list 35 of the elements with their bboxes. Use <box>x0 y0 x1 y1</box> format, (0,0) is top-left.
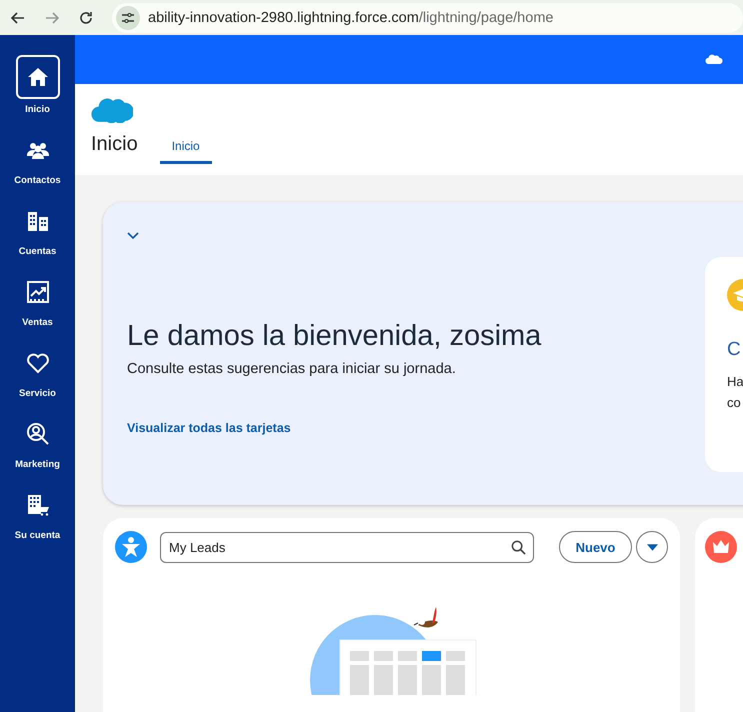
home-icon <box>26 65 50 89</box>
buildings-icon <box>26 209 50 233</box>
url-host: ability-innovation-2980.lightning.force.com <box>148 10 419 26</box>
reload-icon[interactable] <box>78 10 94 26</box>
sidebar-item[interactable]: Su cuenta <box>0 485 75 541</box>
sidebar-item[interactable]: Inicio <box>0 55 75 115</box>
sidebar-item[interactable]: Cuentas <box>0 201 75 257</box>
sidebar-item[interactable]: Ventas <box>0 272 75 328</box>
chart-icon <box>26 280 50 304</box>
back-icon[interactable] <box>10 10 26 26</box>
chevron-down-icon[interactable] <box>127 232 139 240</box>
caret-icon <box>646 544 658 550</box>
app-title: Inicio <box>91 133 138 157</box>
view-all-cards-link[interactable]: Visualizar todas las tarjetas <box>127 421 291 435</box>
url-path: /lightning/page/home <box>418 10 554 26</box>
person-search-icon <box>26 422 50 446</box>
heart-icon <box>26 351 50 375</box>
store-cart-icon <box>26 493 50 517</box>
crown-icon <box>705 531 737 563</box>
tab[interactable]: Inicio <box>160 139 212 164</box>
site-settings-icon[interactable] <box>116 6 140 30</box>
sidebar-item[interactable]: Marketing <box>0 414 75 470</box>
welcome-heading: Le damos la bienvenida, zosima <box>127 320 542 353</box>
new-button[interactable]: Nuevo <box>559 531 632 563</box>
search-icon[interactable] <box>511 540 526 554</box>
sidebar-item[interactable]: Servicio <box>0 343 75 399</box>
suggestion-title: C <box>727 339 741 361</box>
suggestion-text: co <box>727 394 741 412</box>
address-bar[interactable]: ability-innovation-2980.lightning.force.com/lightning/page/home <box>112 2 743 32</box>
cloud-icon[interactable] <box>705 54 723 65</box>
list-search-field[interactable]: My Leads <box>160 532 534 562</box>
sidebar-item[interactable]: Contactos <box>0 130 75 186</box>
welcome-subtitle: Consulte estas sugerencias para iniciar su jornada. <box>127 361 457 377</box>
forward-icon[interactable] <box>44 10 60 26</box>
dropdown-button[interactable] <box>636 531 668 563</box>
